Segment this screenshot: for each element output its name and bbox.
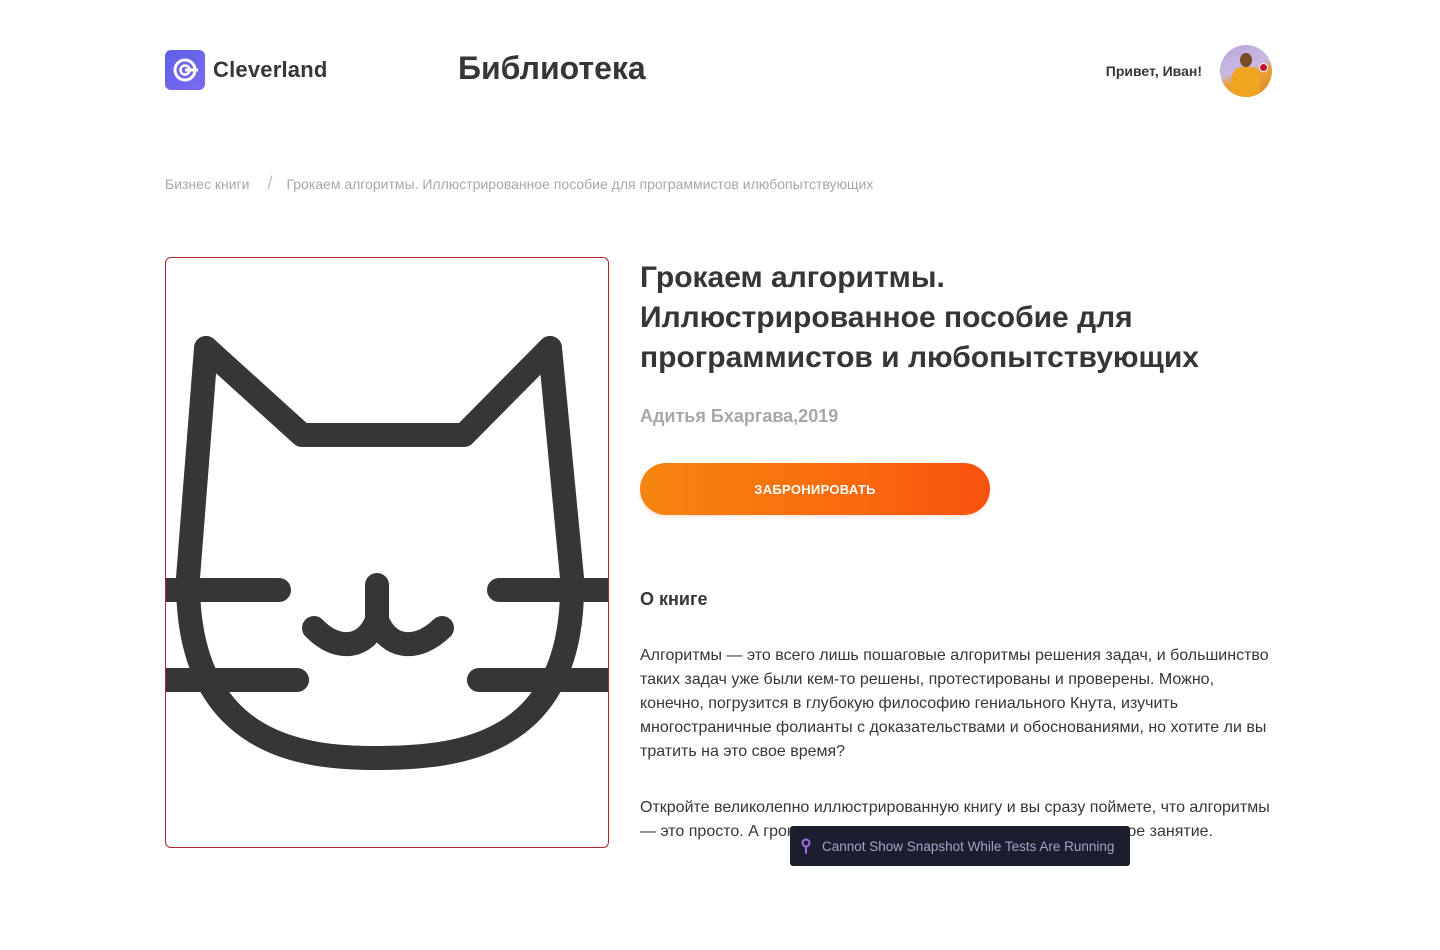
about-paragraph: Алгоритмы — это всего лишь пошаговые алг… — [640, 647, 1269, 760]
logo-text: Cleverland — [213, 57, 328, 82]
pin-icon — [800, 838, 812, 854]
cat-icon — [166, 336, 608, 770]
breadcrumb-current: Грокаем алгоритмы. Иллюстрированное посо… — [286, 175, 874, 192]
book-title: Грокаем алгоритмы. Иллюстрированное посо… — [640, 261, 1199, 374]
book-reserve-button[interactable]: ЗАБРОНИРОВАТЬ — [640, 463, 990, 515]
avatar[interactable] — [1220, 45, 1272, 97]
flag-icon — [1259, 63, 1268, 72]
about-heading: О книге — [640, 589, 708, 609]
book-info: Грокаем алгоритмы. Иллюстрированное посо… — [640, 258, 1280, 844]
user-menu[interactable]: Привет, Иван! — [1106, 45, 1272, 97]
cleverland-logo-icon — [165, 50, 205, 90]
about-text: Алгоритмы — это всего лишь пошаговые алг… — [640, 644, 1270, 844]
toast-text: Cannot Show Snapshot While Tests Are Run… — [822, 838, 1115, 854]
header: Cleverland Библиотека Привет, Иван! — [0, 0, 1440, 140]
breadcrumb: Бизнес книги / Грокаем алгоритмы. Иллюст… — [165, 173, 873, 194]
snapshot-toast: Cannot Show Snapshot While Tests Are Run… — [790, 826, 1130, 866]
book-author-year: Адитья Бхаргава,2019 — [640, 406, 839, 426]
page-title: Библиотека — [458, 50, 646, 86]
breadcrumb-category-link[interactable]: Бизнес книги — [165, 176, 249, 192]
logo[interactable]: Cleverland — [165, 50, 328, 90]
breadcrumb-separator: / — [267, 173, 273, 193]
book-cover — [165, 257, 609, 848]
user-greeting: Привет, Иван! — [1105, 63, 1202, 79]
